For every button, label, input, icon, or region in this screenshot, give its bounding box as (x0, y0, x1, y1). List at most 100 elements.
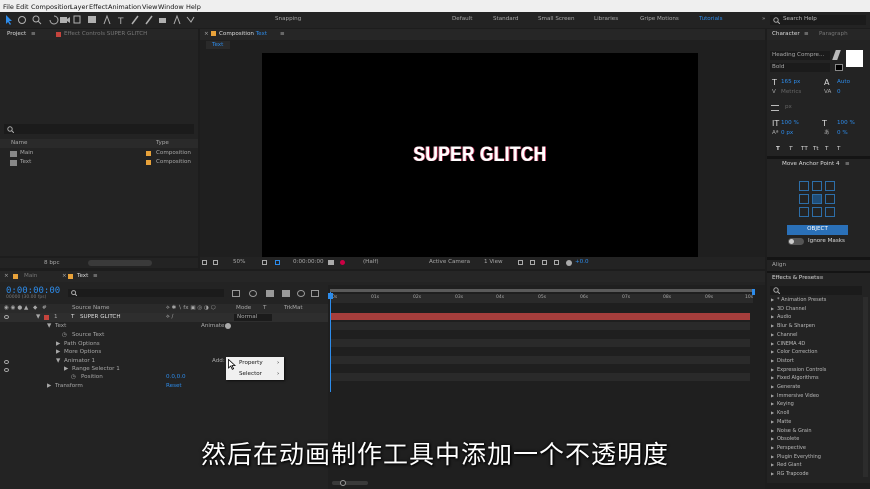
effects-category-item[interactable]: ▶ Blur & Sharpen (770, 323, 862, 331)
effects-category-item[interactable]: ▶ Matte (770, 419, 862, 427)
menu-edit[interactable]: Edit (16, 3, 29, 11)
anchor-cell[interactable] (825, 194, 835, 204)
layer-label-color[interactable] (44, 315, 49, 320)
close-icon[interactable]: × (4, 273, 9, 280)
prop-position[interactable]: Position (81, 374, 103, 381)
tab-character[interactable]: Character (772, 31, 800, 38)
grid-icon[interactable] (213, 260, 218, 265)
anchor-cell[interactable] (799, 194, 809, 204)
effects-category-item[interactable]: ▶ Fixed Algorithms (770, 375, 862, 383)
menu-composition[interactable]: Composition (31, 3, 72, 11)
object-button[interactable]: OBJECT (787, 225, 848, 235)
fast-preview-icon[interactable] (530, 260, 535, 265)
toggle-pixel-icon[interactable] (518, 260, 523, 265)
menu-window[interactable]: Window (158, 3, 184, 11)
animate-menu-icon[interactable] (225, 323, 231, 329)
superscript-button[interactable]: T (825, 146, 828, 153)
current-time[interactable]: 0:00:00:00 (293, 259, 324, 266)
menu-view[interactable]: View (142, 3, 157, 11)
expand-arrow-icon[interactable]: ▶ (47, 383, 51, 390)
zoom-select[interactable]: 50% (233, 259, 245, 266)
thumbnail-slider[interactable] (88, 260, 152, 266)
effects-category-item[interactable]: ▶ Color Correction (770, 349, 862, 357)
expand-arrow-icon[interactable]: ▶ (64, 366, 68, 373)
anchor-grid[interactable] (798, 180, 836, 218)
reset-exposure-icon[interactable] (566, 260, 572, 266)
effects-category-item[interactable]: ▶ Knoll (770, 410, 862, 418)
playhead[interactable] (330, 292, 331, 392)
snapshot-icon[interactable] (328, 260, 334, 265)
work-area-bar[interactable] (330, 289, 753, 292)
anchor-cell[interactable] (812, 194, 822, 204)
prop-animator-1[interactable]: Animator 1 (64, 358, 95, 365)
leading-value[interactable]: Auto (837, 79, 850, 86)
effects-category-item[interactable]: ▶ Expression Controls (770, 367, 862, 375)
workspace-libraries[interactable]: Libraries (594, 16, 618, 23)
effects-category-item[interactable]: ▶ 3D Channel (770, 306, 862, 314)
tab-project[interactable]: Project (7, 31, 26, 38)
eye-icon[interactable] (4, 315, 9, 319)
stopwatch-icon[interactable]: ◷ (62, 332, 67, 339)
menu-animation[interactable]: Animation (108, 3, 141, 11)
tab-align[interactable]: Align (772, 262, 786, 269)
all-caps-button[interactable]: TT (801, 146, 808, 153)
view-layout-select[interactable]: 1 View (484, 259, 503, 266)
fill-color-swatch[interactable] (846, 50, 863, 67)
color-channel-icon[interactable] (340, 260, 345, 265)
prop-source-text[interactable]: Source Text (72, 332, 104, 339)
tab-project-menu-icon[interactable]: ≡ (31, 31, 36, 38)
zoom-slider[interactable] (332, 480, 368, 486)
eye-icon[interactable] (4, 360, 9, 364)
col-trkmat[interactable]: TrkMat (284, 305, 303, 312)
bit-depth[interactable]: 8 bpc (44, 260, 60, 267)
effects-search-field[interactable] (770, 286, 862, 295)
tab-main[interactable]: Main (24, 273, 37, 280)
position-value[interactable]: 0.0,0.0 (166, 374, 186, 381)
kerning-value[interactable]: Metrics (781, 89, 801, 96)
subscript-button[interactable]: T (837, 146, 840, 153)
anchor-cell[interactable] (799, 181, 809, 191)
draft-3d-icon[interactable] (249, 290, 257, 297)
font-style-select[interactable]: Bold (770, 63, 830, 72)
frame-blending-icon[interactable] (282, 290, 290, 297)
blend-mode-select[interactable]: Normal (234, 314, 272, 321)
effects-category-item[interactable]: ▶ CINEMA 4D (770, 341, 862, 349)
expand-arrow-icon[interactable]: ▶ (56, 341, 60, 348)
workspace-small-screen[interactable]: Small Screen (538, 16, 575, 23)
comp-subtab[interactable]: Text (212, 42, 223, 49)
anchor-cell[interactable] (825, 181, 835, 191)
tab-effect-controls[interactable]: Effect Controls SUPER GLITCH (64, 31, 147, 38)
small-caps-button[interactable]: Tt (813, 146, 819, 153)
menu-layer[interactable]: Layer (70, 3, 88, 11)
effects-category-item[interactable]: ▶ * Animation Presets (770, 297, 862, 305)
horizontal-scale-value[interactable]: 100 % (837, 120, 855, 127)
expand-arrow-icon[interactable]: ▼ (47, 323, 51, 330)
stroke-width-value[interactable]: px (785, 104, 792, 111)
anchor-cell[interactable] (825, 207, 835, 217)
workspace-menu-icon[interactable]: » (762, 16, 765, 23)
project-item[interactable]: Text Composition (0, 159, 198, 168)
prop-more-options[interactable]: More Options (64, 349, 101, 356)
fit-icon[interactable] (262, 260, 267, 265)
work-area-end[interactable] (752, 289, 755, 295)
timeline-search-field[interactable] (68, 289, 224, 297)
prop-path-options[interactable]: Path Options (64, 341, 100, 348)
effects-category-item[interactable]: ▶ Noise & Grain (770, 428, 862, 436)
tab-composition[interactable]: Composition Text (219, 31, 267, 38)
workspace-standard[interactable]: Standard (493, 16, 518, 23)
vertical-scale-value[interactable]: 100 % (781, 120, 799, 127)
expand-arrow-icon[interactable]: ▶ (56, 349, 60, 356)
layer-duration-bar[interactable] (330, 313, 750, 320)
workspace-tutorials[interactable]: Tutorials (699, 16, 722, 23)
effects-category-item[interactable]: ▶ Audio (770, 314, 862, 322)
layer-row[interactable]: ▼ 1 T SUPER GLITCH ⟡ ∕ Normal (0, 313, 328, 322)
expand-arrow-icon[interactable]: ▼ (56, 358, 60, 365)
tab-text[interactable]: Text (77, 273, 88, 280)
baseline-shift-value[interactable]: 0 px (781, 130, 793, 137)
shy-layers-icon[interactable] (266, 290, 274, 297)
resolution-select[interactable]: (Half) (363, 259, 379, 266)
playhead-handle[interactable] (328, 293, 333, 299)
font-size-value[interactable]: 165 px (781, 79, 800, 86)
exposure-value[interactable]: +0.0 (575, 259, 589, 266)
motion-blur-icon[interactable] (297, 290, 305, 297)
